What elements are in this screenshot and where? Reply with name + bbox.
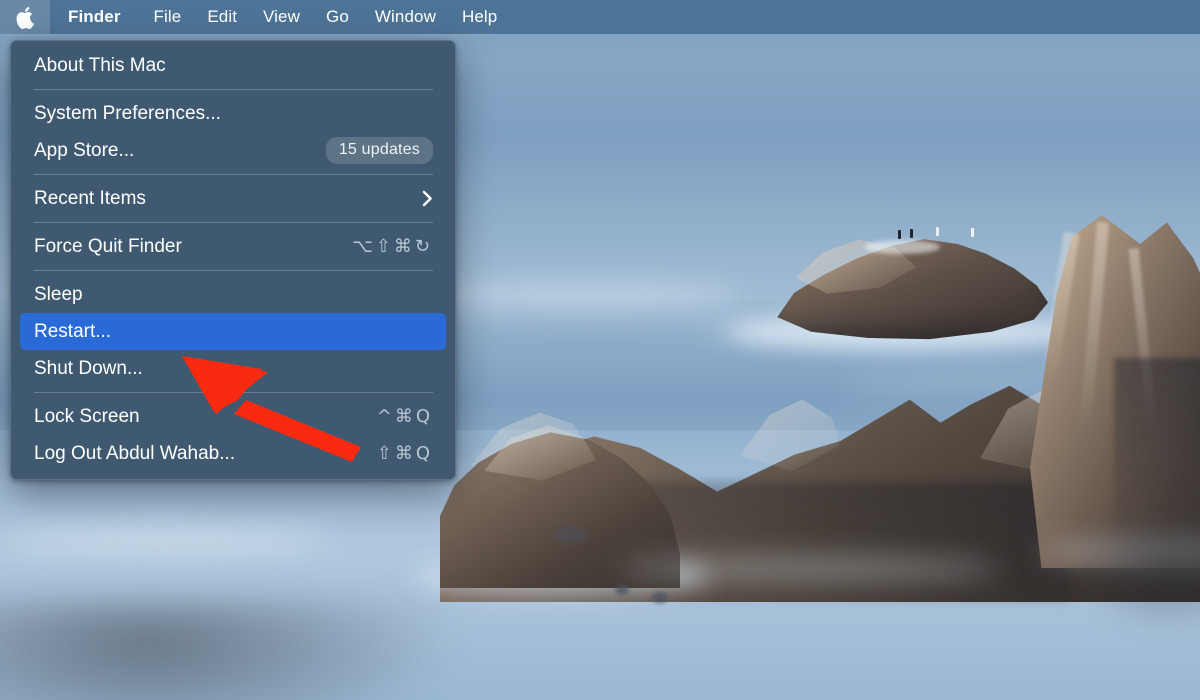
menu-bar: Finder File Edit View Go Window Help xyxy=(0,0,1200,34)
seabird xyxy=(898,230,901,239)
menu-item-label: Sleep xyxy=(34,283,83,305)
menu-item-restart[interactable]: Restart... xyxy=(20,313,446,350)
menu-item-label: Shut Down... xyxy=(34,357,143,379)
menu-item-recent-items[interactable]: Recent Items xyxy=(11,180,455,217)
desktop: Finder File Edit View Go Window Help Abo… xyxy=(0,0,1200,700)
menu-bar-item-help[interactable]: Help xyxy=(449,0,510,34)
seabird xyxy=(936,227,939,236)
offshore-rock xyxy=(726,222,1086,350)
menu-bar-item-file[interactable]: File xyxy=(141,0,195,34)
menu-item-shortcut: ⌥⇧⌘↻ xyxy=(352,236,433,257)
menu-item-force-quit-finder[interactable]: Force Quit Finder ⌥⇧⌘↻ xyxy=(11,228,455,265)
rock-guano-patch xyxy=(864,240,940,254)
menu-bar-item-view[interactable]: View xyxy=(250,0,313,34)
menu-bar-item-window[interactable]: Window xyxy=(362,0,449,34)
menu-item-about-this-mac[interactable]: About This Mac xyxy=(11,47,455,84)
sea-mist-streak xyxy=(620,556,1000,582)
updates-badge: 15 updates xyxy=(325,137,433,164)
seabird xyxy=(910,229,913,238)
out-of-focus-foreground xyxy=(1070,520,1200,630)
menu-separator xyxy=(34,174,433,175)
menu-item-label: Log Out Abdul Wahab... xyxy=(34,442,236,464)
menu-item-shortcut: ^⌘Q xyxy=(376,406,433,427)
menu-item-label: System Preferences... xyxy=(34,102,221,124)
menu-separator xyxy=(34,89,433,90)
water-pebble xyxy=(652,592,668,603)
right-cliff xyxy=(1030,208,1200,568)
menu-item-label: App Store... xyxy=(34,139,135,161)
menu-item-app-store[interactable]: App Store... 15 updates xyxy=(11,132,455,169)
menu-item-shut-down[interactable]: Shut Down... xyxy=(11,350,455,387)
menu-separator xyxy=(34,270,433,271)
seabird xyxy=(971,228,974,237)
chevron-right-icon xyxy=(422,190,432,207)
menu-item-shortcut: ⇧⌘Q xyxy=(376,443,433,464)
menu-item-label: Force Quit Finder xyxy=(34,235,182,257)
menu-item-label: Restart... xyxy=(34,320,112,342)
water-pebble xyxy=(553,527,587,543)
menu-separator xyxy=(34,392,433,393)
menu-separator xyxy=(34,222,433,223)
apple-logo-icon xyxy=(16,6,34,29)
menu-item-lock-screen[interactable]: Lock Screen ^⌘Q xyxy=(11,398,455,435)
left-foreground-rock xyxy=(410,398,710,596)
menu-bar-item-edit[interactable]: Edit xyxy=(194,0,250,34)
sea-mist-streak xyxy=(0,524,330,554)
menu-item-label: Lock Screen xyxy=(34,405,140,427)
menu-item-log-out[interactable]: Log Out Abdul Wahab... ⇧⌘Q xyxy=(11,435,455,472)
out-of-focus-foreground xyxy=(0,600,460,700)
sea-mist-streak xyxy=(440,286,740,308)
menu-item-label: Recent Items xyxy=(34,187,146,209)
menu-item-system-preferences[interactable]: System Preferences... xyxy=(11,95,455,132)
menu-item-sleep[interactable]: Sleep xyxy=(11,276,455,313)
apple-menu-dropdown: About This Mac System Preferences... App… xyxy=(10,40,456,480)
menu-bar-item-go[interactable]: Go xyxy=(313,0,362,34)
water-pebble xyxy=(615,585,629,595)
rock-body xyxy=(440,432,680,588)
menu-item-label: About This Mac xyxy=(34,54,166,76)
apple-menu-button[interactable] xyxy=(0,0,50,34)
menu-bar-item-finder[interactable]: Finder xyxy=(50,0,141,34)
